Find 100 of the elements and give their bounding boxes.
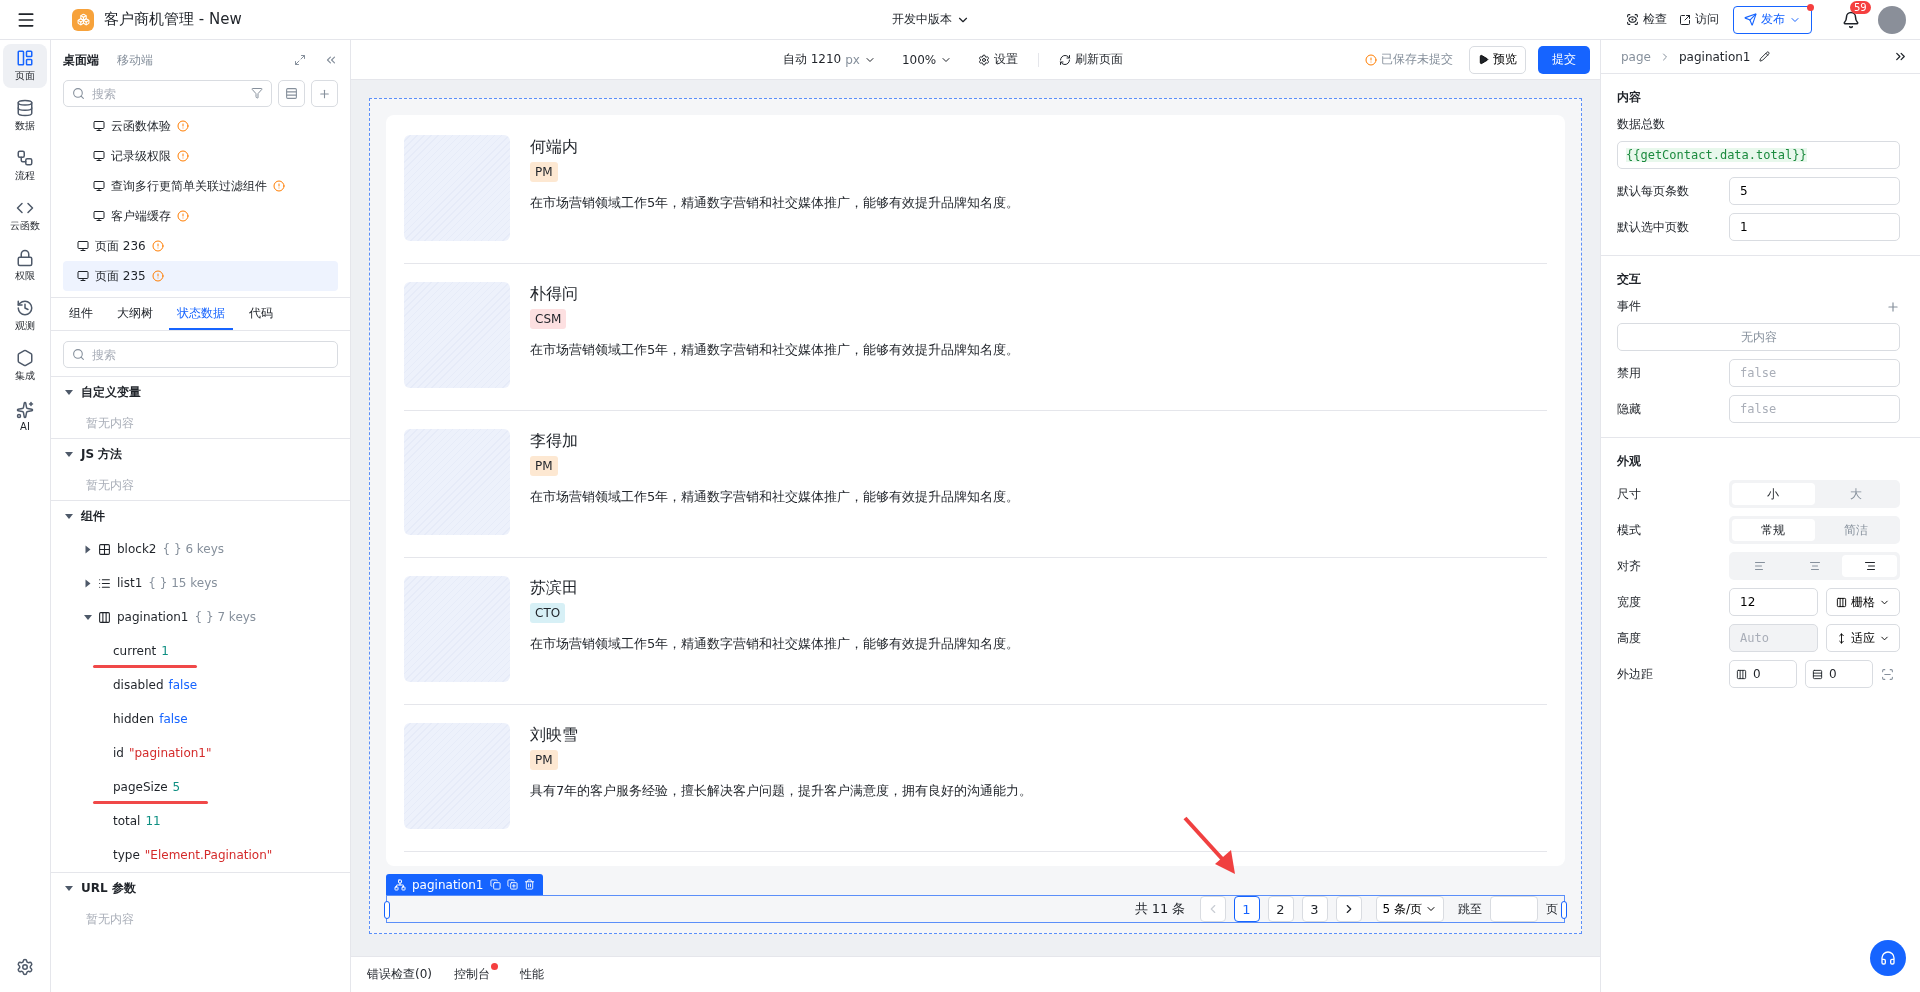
contact-description: 在市场营销领域工作5年，精通数字营销和社交媒体推广，能够有效提升品牌知名度。: [530, 194, 1020, 212]
page-size-field[interactable]: 5: [1729, 177, 1900, 205]
panel-tab[interactable]: 大纲树: [109, 298, 161, 330]
section-header[interactable]: 组件: [51, 500, 350, 532]
section-header[interactable]: URL 参数: [51, 872, 350, 904]
notification-badge: 59: [1850, 0, 1871, 14]
add-icon[interactable]: [1886, 299, 1900, 314]
rail-item[interactable]: 流程: [3, 144, 47, 188]
page-number-button[interactable]: 2: [1267, 896, 1294, 922]
width-field[interactable]: 12: [1729, 588, 1818, 616]
page-tree-item[interactable]: 客户端缓存: [63, 201, 338, 231]
state-search-field[interactable]: 搜索: [63, 341, 338, 368]
rail-item[interactable]: 权限: [3, 244, 47, 288]
current-page-field[interactable]: 1: [1729, 213, 1900, 241]
section-title: 交互: [1617, 270, 1642, 288]
panel-tab[interactable]: 组件: [61, 298, 101, 330]
frame-icon[interactable]: [1881, 667, 1894, 681]
height-mode-dropdown[interactable]: 适应: [1826, 624, 1900, 652]
rail-item[interactable]: 页面: [3, 44, 47, 88]
search-icon: [72, 348, 85, 361]
rail-item[interactable]: AI: [3, 394, 47, 438]
duplicate-icon[interactable]: [506, 879, 518, 890]
lock-icon: [16, 249, 34, 267]
rail-item[interactable]: 云函数: [3, 194, 47, 238]
field-label: 外边距: [1617, 665, 1654, 683]
rail-item[interactable]: 集成: [3, 344, 47, 388]
page-search-field[interactable]: 搜索: [63, 80, 272, 107]
margin-y-field[interactable]: 0: [1805, 660, 1873, 688]
hexagon-icon: [16, 349, 34, 367]
page-tree-item[interactable]: 云函数体验: [63, 111, 338, 141]
bell-icon[interactable]: [1842, 10, 1860, 29]
mode-option[interactable]: 常规: [1732, 519, 1815, 541]
page-tree-item[interactable]: 记录级权限: [63, 141, 338, 171]
page-tree-item[interactable]: 查询多行更简单关联过滤组件: [63, 171, 338, 201]
state-node[interactable]: list1 { } 15 keys: [51, 566, 350, 600]
contact-name: 何端内: [530, 137, 579, 158]
page-number-button[interactable]: 3: [1301, 896, 1328, 922]
page-number-button[interactable]: 1: [1233, 896, 1260, 922]
zoom-dropdown[interactable]: 100%: [895, 47, 959, 72]
help-button[interactable]: [1870, 940, 1906, 976]
submit-button[interactable]: 提交: [1538, 45, 1590, 74]
role-tag: CSM: [530, 309, 567, 329]
notification-dot: [491, 963, 498, 970]
total-count: 共 11 条: [1134, 900, 1186, 918]
state-property: id "pagination1": [112, 745, 213, 762]
panel-tab[interactable]: 代码: [241, 298, 281, 330]
platform-tab[interactable]: 桌面端: [63, 51, 99, 69]
rail-item[interactable]: 数据: [3, 94, 47, 138]
refresh-button[interactable]: 刷新页面: [1053, 47, 1130, 72]
edit-icon[interactable]: [1758, 51, 1770, 62]
width-unit-dropdown[interactable]: 栅格: [1826, 588, 1900, 616]
role-tag: CTO: [530, 603, 566, 623]
publish-button[interactable]: 发布: [1733, 5, 1812, 34]
page-size-dropdown[interactable]: 5 条/页: [1375, 896, 1444, 922]
align-left-icon: [1753, 560, 1766, 572]
trash-icon[interactable]: [523, 879, 535, 890]
console-tab[interactable]: 控制台: [454, 966, 498, 983]
settings-icon: [978, 53, 991, 66]
resize-handle[interactable]: [384, 901, 390, 919]
next-page-button[interactable]: [1335, 896, 1362, 922]
version-dropdown[interactable]: 开发中版本: [885, 7, 976, 32]
console-tab[interactable]: 错误检查(0): [367, 966, 432, 983]
console-tab[interactable]: 性能: [520, 966, 544, 983]
page-tree-item[interactable]: 页面 235: [63, 261, 338, 291]
check-button[interactable]: 检查: [1620, 7, 1673, 32]
events-empty-box: 无内容: [1617, 323, 1900, 351]
size-option[interactable]: 小: [1732, 483, 1815, 505]
code-field[interactable]: {{getContact.data.total}}: [1617, 141, 1900, 169]
settings-icon[interactable]: [16, 958, 34, 976]
margin-x-field[interactable]: 0: [1729, 660, 1797, 688]
add-layout-button[interactable]: [278, 80, 305, 107]
selection-label[interactable]: pagination1: [386, 874, 543, 895]
filter-icon[interactable]: [251, 87, 263, 99]
panel-tab[interactable]: 状态数据: [169, 298, 233, 330]
align-center-icon: [1808, 560, 1821, 572]
scan-eye-icon: [1626, 13, 1639, 26]
contact-description: 在市场营销领域工作5年，精通数字营销和社交媒体推广，能够有效提升品牌知名度。: [530, 341, 1020, 359]
section-header[interactable]: JS 方法: [51, 438, 350, 470]
sparkles-icon: [16, 400, 34, 419]
resize-handle[interactable]: [1561, 901, 1567, 919]
field-label: 事件: [1617, 298, 1642, 315]
settings-button[interactable]: 设置: [972, 47, 1025, 72]
rail-item[interactable]: 观测: [3, 294, 47, 338]
page-tree-item[interactable]: 页面 236: [63, 231, 338, 261]
field-label: 对齐: [1617, 557, 1642, 575]
section-header[interactable]: 自定义变量: [51, 376, 350, 408]
align-option[interactable]: [1842, 555, 1897, 577]
state-node[interactable]: block2 { } 6 keys: [51, 532, 350, 566]
copy-icon[interactable]: [489, 879, 501, 890]
user-avatar[interactable]: [1878, 5, 1906, 34]
hidden-field[interactable]: false: [1729, 395, 1900, 423]
visit-button[interactable]: 访问: [1673, 7, 1725, 32]
monitor-icon: [93, 210, 105, 222]
field-label: 宽度: [1617, 593, 1642, 611]
add-page-button[interactable]: [311, 80, 338, 107]
width-dropdown[interactable]: 自动 1210 px: [776, 47, 882, 72]
jump-field[interactable]: [1490, 896, 1538, 922]
expand-icon[interactable]: [294, 54, 306, 66]
state-node[interactable]: pagination1 { } 7 keys: [51, 600, 350, 634]
preview-button[interactable]: 预览: [1469, 45, 1526, 74]
